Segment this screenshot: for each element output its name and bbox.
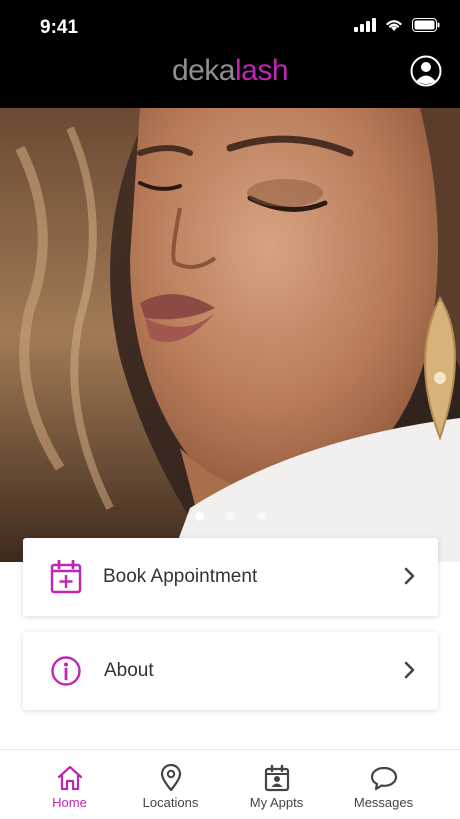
hero-portrait: [0, 108, 460, 562]
carousel-dot[interactable]: [225, 512, 235, 521]
home-icon: [57, 765, 82, 791]
hero-image: [0, 108, 460, 562]
app-header: dekalash: [0, 54, 460, 108]
carousel-indicator: [0, 512, 460, 521]
logo-deka: deka: [171, 54, 236, 87]
tab-messages[interactable]: Messages: [326, 750, 441, 819]
tab-label: My Appts: [249, 795, 304, 810]
tab-home[interactable]: Home: [12, 750, 127, 819]
battery-icon: [412, 18, 440, 32]
carousel-dot[interactable]: [194, 512, 204, 521]
book-appointment-button[interactable]: Book Appointment: [23, 538, 438, 616]
profile-button[interactable]: [410, 55, 442, 87]
tab-label: Locations: [142, 795, 199, 810]
tab-label: Home: [52, 795, 87, 810]
tab-my-appts[interactable]: My Appts: [219, 750, 334, 819]
logo-lash: lash: [235, 54, 289, 87]
status-bar: 9:41: [0, 0, 460, 56]
wifi-icon: [386, 20, 402, 31]
about-label: About: [104, 660, 154, 681]
chat-bubble-icon: [370, 766, 397, 791]
carousel-dot[interactable]: [256, 512, 266, 521]
status-time: 9:41: [40, 17, 79, 38]
info-icon: [51, 656, 81, 686]
chevron-right-icon: [404, 567, 415, 585]
calendar-plus-icon: [50, 560, 82, 594]
signal-icon: [354, 18, 376, 32]
tab-label: Messages: [353, 795, 414, 810]
tab-locations[interactable]: Locations: [113, 750, 228, 819]
map-pin-icon: [160, 764, 181, 792]
chevron-right-icon: [404, 661, 415, 679]
book-appointment-label: Book Appointment: [103, 566, 258, 587]
tab-bar: Home Locations My Appts Messages: [0, 749, 460, 819]
about-button[interactable]: About: [23, 632, 438, 710]
app-logo: dekalash: [0, 54, 460, 88]
status-icons: [354, 18, 440, 32]
calendar-user-icon: [264, 764, 289, 792]
